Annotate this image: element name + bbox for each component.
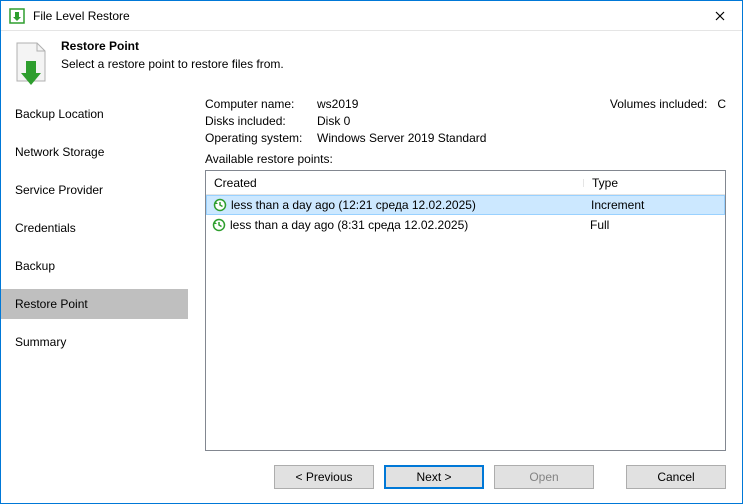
row-created: less than a day ago (12:21 среда 12.02.2… bbox=[231, 198, 476, 212]
step-summary[interactable]: Summary bbox=[1, 327, 188, 357]
wizard-steps: Backup Location Network Storage Service … bbox=[1, 97, 189, 451]
volumes-included-label: Volumes included: bbox=[610, 97, 707, 111]
main-panel: Computer name: ws2019 Disks included: Di… bbox=[189, 97, 742, 451]
os-value: Windows Server 2019 Standard bbox=[317, 131, 486, 145]
table-body: less than a day ago (12:21 среда 12.02.2… bbox=[206, 195, 725, 450]
titlebar: File Level Restore bbox=[1, 1, 742, 31]
restore-point-icon bbox=[1, 39, 61, 85]
computer-name-label: Computer name: bbox=[205, 97, 317, 111]
step-backup-location[interactable]: Backup Location bbox=[1, 99, 188, 129]
available-restore-points-label: Available restore points: bbox=[205, 152, 726, 166]
table-row[interactable]: less than a day ago (8:31 среда 12.02.20… bbox=[206, 215, 725, 235]
row-type: Increment bbox=[585, 198, 705, 212]
table-row[interactable]: less than a day ago (12:21 среда 12.02.2… bbox=[206, 195, 725, 215]
computer-name-value: ws2019 bbox=[317, 97, 358, 111]
step-credentials[interactable]: Credentials bbox=[1, 213, 188, 243]
open-button[interactable]: Open bbox=[494, 465, 594, 489]
close-button[interactable] bbox=[697, 1, 742, 31]
step-service-provider[interactable]: Service Provider bbox=[1, 175, 188, 205]
restore-points-table: Created Type bbox=[205, 170, 726, 451]
disks-included-value: Disk 0 bbox=[317, 114, 350, 128]
page-subheading: Select a restore point to restore files … bbox=[61, 57, 284, 71]
previous-button[interactable]: < Previous bbox=[274, 465, 374, 489]
wizard-body: Backup Location Network Storage Service … bbox=[1, 97, 742, 451]
column-created[interactable]: Created bbox=[206, 176, 584, 190]
step-restore-point[interactable]: Restore Point bbox=[1, 289, 188, 319]
wizard-footer: < Previous Next > Open Cancel bbox=[1, 451, 742, 503]
disks-included-label: Disks included: bbox=[205, 114, 317, 128]
volumes-included-value: C bbox=[717, 97, 726, 111]
table-header: Created Type bbox=[206, 171, 725, 195]
page-heading: Restore Point bbox=[61, 39, 284, 53]
next-button[interactable]: Next > bbox=[384, 465, 484, 489]
step-network-storage[interactable]: Network Storage bbox=[1, 137, 188, 167]
column-type[interactable]: Type bbox=[584, 176, 704, 190]
app-icon bbox=[9, 8, 25, 24]
restore-point-row-icon bbox=[212, 218, 226, 232]
window-title: File Level Restore bbox=[33, 9, 697, 23]
step-backup[interactable]: Backup bbox=[1, 251, 188, 281]
restore-point-row-icon bbox=[213, 198, 227, 212]
wizard-header: Restore Point Select a restore point to … bbox=[1, 31, 742, 97]
cancel-button[interactable]: Cancel bbox=[626, 465, 726, 489]
row-type: Full bbox=[584, 218, 704, 232]
row-created: less than a day ago (8:31 среда 12.02.20… bbox=[230, 218, 468, 232]
wizard-window: File Level Restore Restore Point Select … bbox=[0, 0, 743, 504]
os-label: Operating system: bbox=[205, 131, 317, 145]
